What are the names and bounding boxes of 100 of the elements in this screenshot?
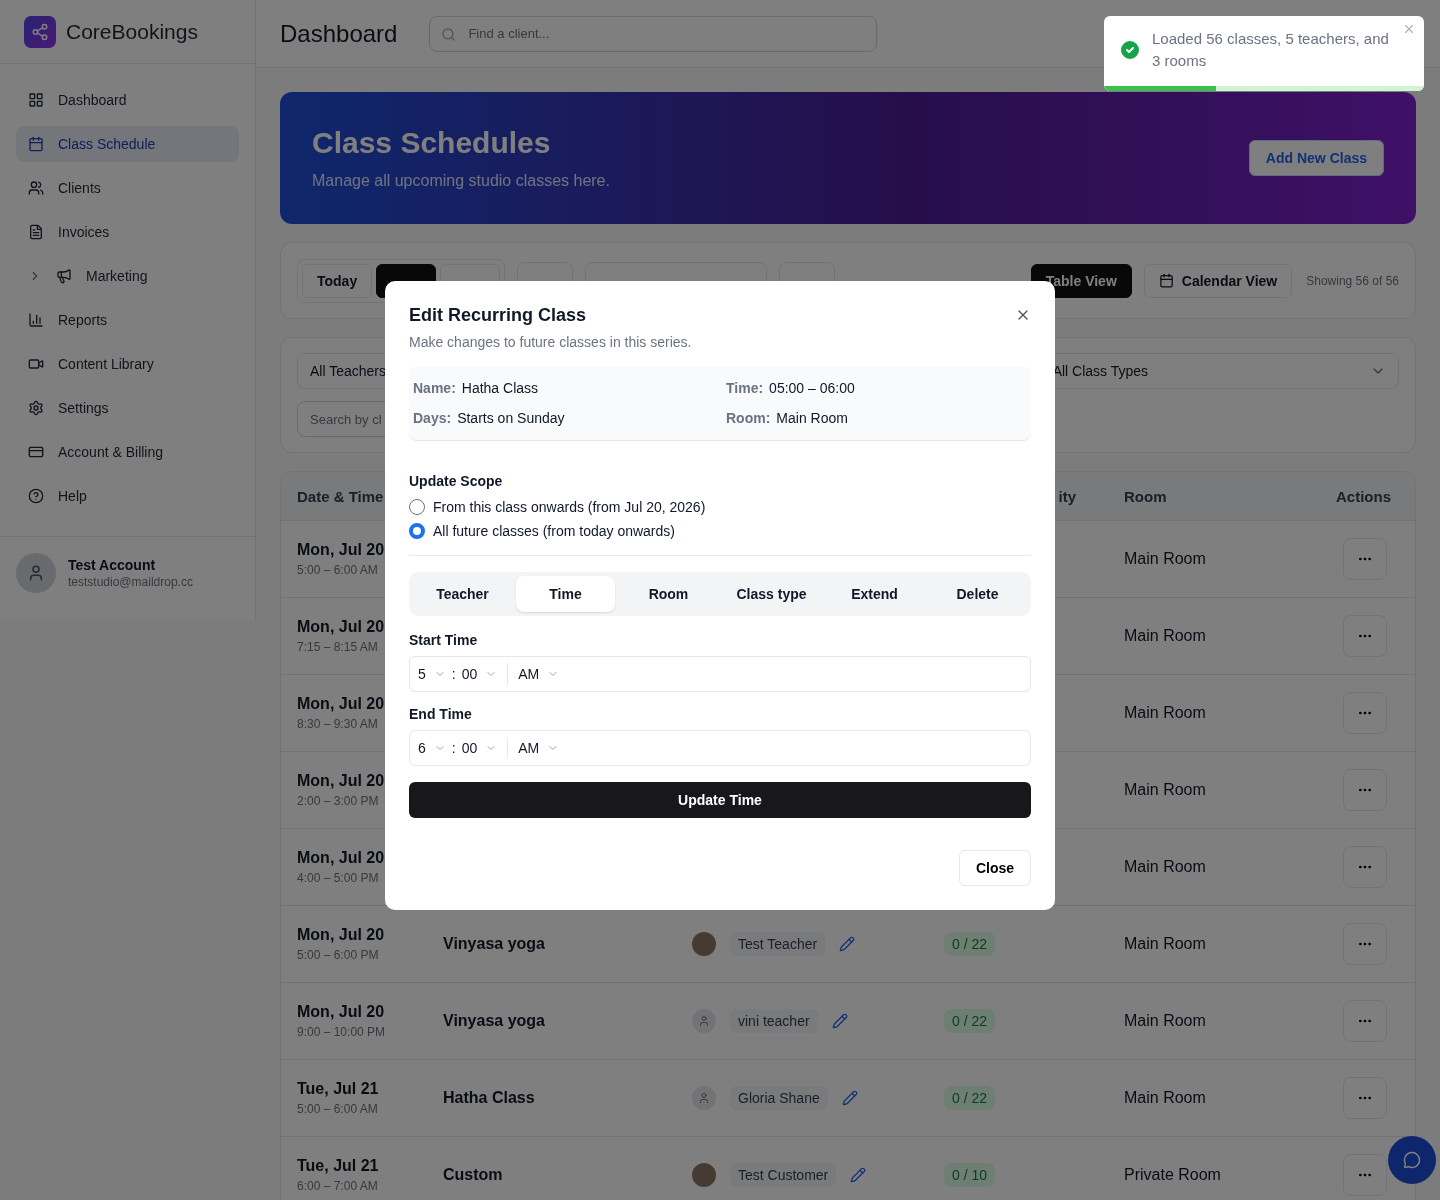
column-header: Room <box>1124 487 1167 505</box>
tab[interactable]: Class type <box>722 576 821 612</box>
teacher-name: Test Customer <box>730 1163 837 1187</box>
sidebar-item[interactable]: Marketing <box>16 258 239 294</box>
capacity-badge: 0 / 22 <box>944 932 996 956</box>
class-name: Hatha Class <box>443 1089 535 1106</box>
card-icon <box>28 444 44 460</box>
user-avatar <box>16 553 56 593</box>
class-time: 5:00 – 6:00 AM <box>297 563 378 577</box>
class-date: Mon, Jul 20 <box>297 772 385 790</box>
teacher-name: Gloria Shane <box>730 1086 828 1110</box>
tab[interactable]: Room <box>619 576 718 612</box>
option-label: From this class onwards (from Jul 20, 2026) <box>433 499 706 515</box>
tab[interactable]: Extend <box>825 576 924 612</box>
settings-icon <box>28 400 44 416</box>
calendar-icon <box>28 136 44 152</box>
range-button[interactable]: Today <box>302 263 373 298</box>
minute-select[interactable]: 00 <box>461 740 498 756</box>
banner-subtitle: Manage all upcoming studio classes here. <box>312 172 610 190</box>
logo-icon <box>24 15 56 48</box>
scope-option[interactable]: All future classes (from today onwards) <box>409 523 1031 539</box>
scope-label: Update Scope <box>409 473 503 489</box>
column-header: Date & Time <box>297 487 384 505</box>
sidebar-item[interactable]: Clients <box>16 170 239 206</box>
sidebar-item[interactable]: Help <box>16 478 239 514</box>
results-count: Showing 56 of 56 <box>1306 273 1399 288</box>
class-time: 5:00 – 6:00 AM <box>297 1102 378 1116</box>
calendar-icon <box>1158 273 1174 288</box>
edit-icon[interactable] <box>839 936 856 952</box>
class-date: Mon, Jul 20 <box>297 1003 385 1021</box>
banner-title: Class Schedules <box>312 126 552 160</box>
room-name: Main Room <box>1124 627 1207 645</box>
check-icon <box>1118 38 1142 62</box>
help-icon <box>28 488 44 504</box>
document-icon <box>28 224 44 240</box>
summary-field: Days: Starts on Sunday <box>413 410 726 426</box>
sidebar-item[interactable]: Account & Billing <box>16 434 239 470</box>
video-icon <box>28 356 44 372</box>
users-icon <box>28 180 44 196</box>
edit-icon[interactable] <box>841 1090 858 1106</box>
sidebar-item[interactable]: Invoices <box>16 214 239 250</box>
avatar-icon <box>692 1009 716 1033</box>
class-date: Mon, Jul 20 <box>297 926 385 944</box>
megaphone-icon <box>56 268 72 284</box>
class-time: 8:30 – 9:30 AM <box>297 717 378 731</box>
time-separator: : <box>451 740 456 756</box>
view-button[interactable]: Calendar View <box>1143 263 1293 298</box>
period-select[interactable]: AM <box>518 666 560 682</box>
tab[interactable]: Time <box>516 576 615 612</box>
brand-name: CoreBookings <box>66 19 198 44</box>
class-name: Custom <box>443 1166 503 1183</box>
class-date: Mon, Jul 20 <box>297 849 385 867</box>
option-label: All future classes (from today onwards) <box>433 523 675 539</box>
class-name: Vinyasa yoga <box>443 1012 545 1029</box>
column-header: Actions <box>1336 487 1391 505</box>
sidebar-item[interactable]: Settings <box>16 390 239 426</box>
bar-chart-icon <box>28 312 44 328</box>
class-time: 2:00 – 3:00 PM <box>297 794 379 808</box>
period-select[interactable]: AM <box>518 740 560 756</box>
grid-icon <box>28 92 44 108</box>
close-button[interactable]: Close <box>958 850 1031 886</box>
class-time: 9:00 – 10:00 PM <box>297 1025 386 1039</box>
room-name: Private Room <box>1124 1166 1222 1184</box>
search-field[interactable]: Find a client... <box>429 15 878 52</box>
summary-field: Time: 05:00 – 06:00 <box>726 380 1027 396</box>
photo-placeholder <box>692 1163 716 1187</box>
user-name: Test Account <box>68 557 157 573</box>
room-name: Main Room <box>1124 935 1207 953</box>
chat-icon <box>1403 1151 1421 1169</box>
radio-button[interactable] <box>409 499 425 515</box>
photo-placeholder <box>692 932 716 956</box>
edit-icon[interactable] <box>850 1167 867 1183</box>
class-time: 6:00 – 7:00 AM <box>297 1179 378 1193</box>
sidebar-item[interactable]: Dashboard <box>16 82 239 118</box>
room-name: Main Room <box>1124 1089 1207 1107</box>
capacity-badge: 0 / 22 <box>944 1009 996 1033</box>
page-title: Dashboard <box>280 19 398 48</box>
chat-button[interactable] <box>1388 1136 1436 1184</box>
class-time: 4:00 – 5:00 PM <box>297 871 379 885</box>
tab[interactable]: Delete <box>928 576 1027 612</box>
room-name: Main Room <box>1124 550 1207 568</box>
teacher-name: vini teacher <box>730 1009 818 1033</box>
hour-select[interactable]: 6 <box>418 740 446 756</box>
scope-option[interactable]: From this class onwards (from Jul 20, 2026) <box>409 499 1031 515</box>
field-label: Start Time <box>409 632 478 648</box>
class-time: 5:00 – 6:00 PM <box>297 948 379 962</box>
edit-icon[interactable] <box>831 1013 848 1029</box>
summary-field: Room: Main Room <box>726 410 1027 426</box>
minute-select[interactable]: 00 <box>461 666 498 682</box>
sidebar-item[interactable]: Reports <box>16 302 239 338</box>
tab[interactable]: Teacher <box>413 576 512 612</box>
summary-field: Name: Hatha Class <box>413 380 726 396</box>
class-date: Mon, Jul 20 <box>297 618 385 636</box>
teacher-name: Test Teacher <box>730 932 826 956</box>
class-time: 7:15 – 8:15 AM <box>297 640 378 654</box>
capacity-badge: 0 / 10 <box>944 1163 996 1187</box>
update-time-button[interactable]: Update Time <box>409 782 1031 818</box>
hour-select[interactable]: 5 <box>418 666 446 682</box>
sidebar-item[interactable]: Content Library <box>16 346 239 382</box>
radio-button[interactable] <box>409 523 425 539</box>
